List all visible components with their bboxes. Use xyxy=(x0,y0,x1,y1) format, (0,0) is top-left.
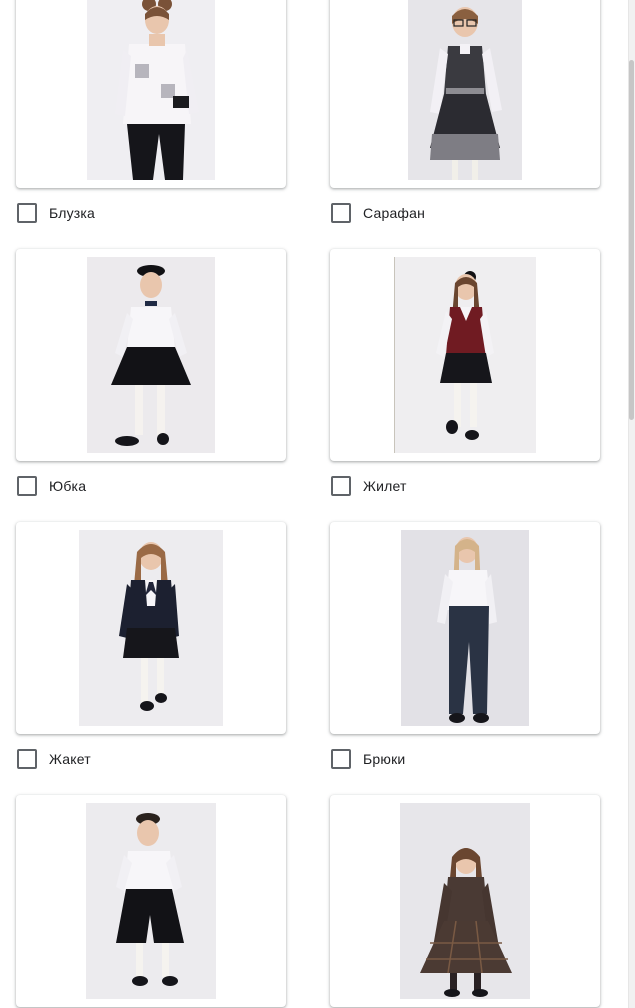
girl-in-plaid-dress-photo xyxy=(400,803,530,999)
option-label: Юбка xyxy=(49,478,87,494)
option-item xyxy=(16,795,286,1007)
option-item: Жакет xyxy=(16,522,286,770)
option-label-row: Юбка xyxy=(16,475,286,497)
girl-in-black-culottes-photo xyxy=(86,803,216,999)
option-label-row: Жилет xyxy=(330,475,600,497)
option-image-card[interactable] xyxy=(16,795,286,1007)
option-label-row: Сарафан xyxy=(330,202,600,224)
option-image-card[interactable] xyxy=(330,0,600,188)
option-image-card[interactable] xyxy=(16,0,286,188)
option-photo xyxy=(394,257,536,453)
option-photo xyxy=(79,530,223,726)
option-label: Сарафан xyxy=(363,205,426,221)
option-label: Жилет xyxy=(363,478,407,494)
option-label: Жакет xyxy=(49,751,91,767)
option-photo xyxy=(401,530,529,726)
page-scrollbar[interactable] xyxy=(628,0,635,1008)
option-checkbox[interactable] xyxy=(331,749,351,769)
girl-in-gray-sundress-photo xyxy=(408,0,522,180)
option-image-card[interactable] xyxy=(330,522,600,734)
option-checkbox[interactable] xyxy=(17,476,37,496)
option-photo xyxy=(87,0,215,180)
option-item: Сарафан xyxy=(330,0,600,224)
option-label-row: Жакет xyxy=(16,748,286,770)
option-label: Блузка xyxy=(49,205,96,221)
scrollbar-thumb[interactable] xyxy=(629,60,634,420)
option-label-row: Брюки xyxy=(330,748,600,770)
girl-in-white-blouse-photo xyxy=(87,0,215,180)
option-checkbox[interactable] xyxy=(17,203,37,223)
option-checkbox[interactable] xyxy=(17,749,37,769)
option-item: Юбка xyxy=(16,249,286,497)
form-page: Блузка Сарафан Юбка Жилет Жакет Брюки xyxy=(0,0,635,1008)
option-photo xyxy=(400,803,530,999)
girl-in-black-skirt-photo xyxy=(87,257,215,453)
option-image-card[interactable] xyxy=(16,522,286,734)
option-image-card[interactable] xyxy=(330,795,600,1007)
option-image-card[interactable] xyxy=(16,249,286,461)
option-photo xyxy=(408,0,522,180)
option-photo xyxy=(87,257,215,453)
option-item: Блузка xyxy=(16,0,286,224)
girl-in-burgundy-vest-photo xyxy=(394,257,536,453)
option-photo xyxy=(86,803,216,999)
checkbox-image-grid: Блузка Сарафан Юбка Жилет Жакет Брюки xyxy=(0,0,635,1008)
option-checkbox[interactable] xyxy=(331,476,351,496)
option-item: Брюки xyxy=(330,522,600,770)
girl-in-navy-trousers-photo xyxy=(401,530,529,726)
girl-in-navy-jacket-photo xyxy=(79,530,223,726)
option-item: Жилет xyxy=(330,249,600,497)
option-checkbox[interactable] xyxy=(331,203,351,223)
option-label-row: Блузка xyxy=(16,202,286,224)
option-item xyxy=(330,795,600,1007)
option-image-card[interactable] xyxy=(330,249,600,461)
option-label: Брюки xyxy=(363,751,406,767)
